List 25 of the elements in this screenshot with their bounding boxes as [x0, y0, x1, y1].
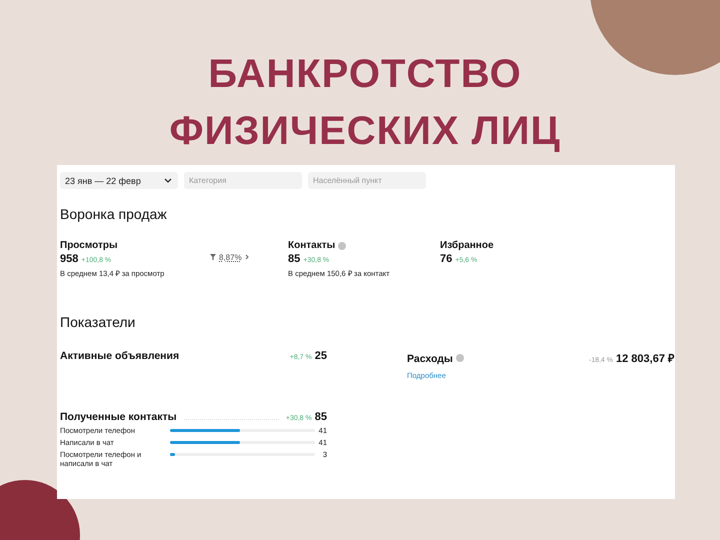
metric-value: 76	[440, 253, 452, 265]
indicator-label: Расходы	[407, 353, 453, 365]
indicator-value: 12 803,67 ₽	[616, 352, 674, 365]
metric-label: Просмотры	[60, 240, 118, 251]
chevron-down-icon	[164, 178, 172, 184]
headline: БАНКРОТСТВО	[207, 51, 523, 98]
indicator-value: 25	[314, 350, 327, 362]
filter-field[interactable]: Категория	[184, 172, 302, 189]
metric-label: Избранное	[440, 240, 494, 251]
section-title: Показатели	[60, 314, 136, 330]
metric-value: 958	[60, 253, 78, 265]
section-title: Воронка продаж	[60, 206, 168, 222]
indicator-label: Полученные контакты	[60, 411, 177, 423]
chevron-right-icon	[244, 254, 249, 260]
headline: ФИЗИЧЕСКИХ ЛИЦ	[168, 108, 562, 155]
indicator-label: Активные объявления	[60, 350, 180, 362]
funnel-icon	[210, 254, 216, 260]
info-icon[interactable]	[456, 354, 464, 362]
metric-value: 85	[288, 253, 300, 265]
indicator-value: 85	[314, 411, 327, 423]
filter-field[interactable]: Населённый пункт	[308, 172, 426, 189]
date-range-select[interactable]: 23 янв — 22 февр	[60, 172, 178, 189]
info-icon[interactable]	[338, 242, 346, 250]
metric-label: Контакты	[288, 240, 336, 251]
conversion-link[interactable]: 8,87%	[210, 252, 288, 262]
